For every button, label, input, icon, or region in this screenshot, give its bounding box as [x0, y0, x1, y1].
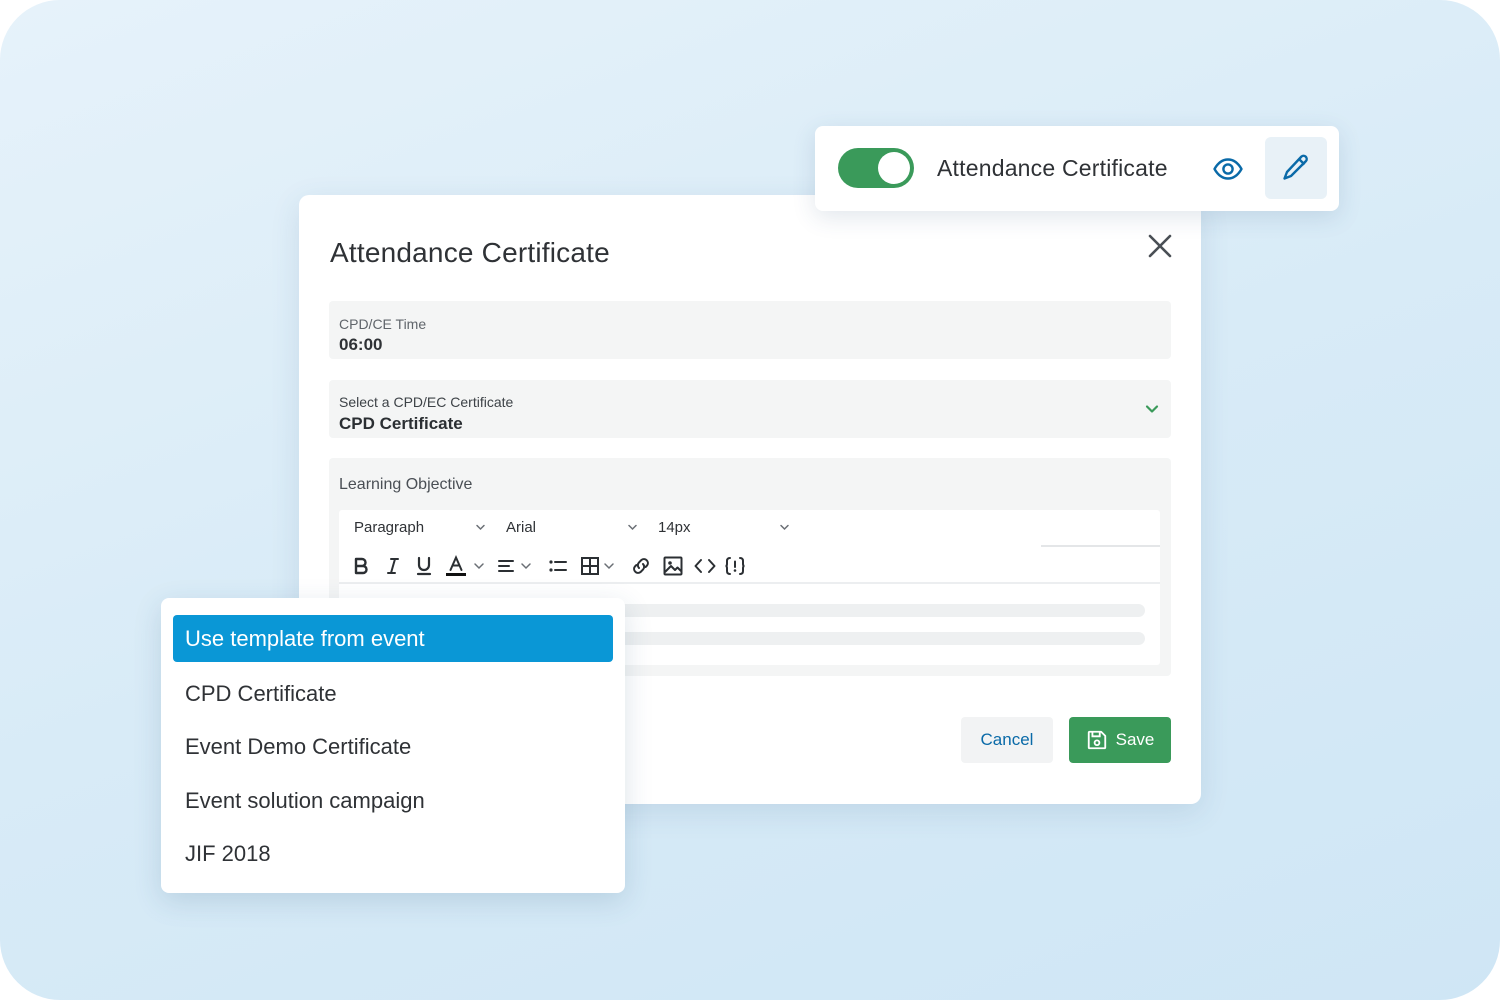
- align-icon[interactable]: [495, 554, 519, 578]
- certificate-select[interactable]: Select a CPD/EC Certificate CPD Certific…: [329, 380, 1171, 438]
- pencil-icon: [1283, 154, 1308, 180]
- certificate-select-value: CPD Certificate: [339, 414, 463, 433]
- cpd-time-field[interactable]: CPD/CE Time 06:00: [329, 301, 1171, 359]
- italic-icon[interactable]: [381, 554, 405, 578]
- close-icon[interactable]: [1145, 231, 1175, 261]
- cancel-button[interactable]: Cancel: [961, 717, 1053, 763]
- font-family-select[interactable]: Arial: [506, 519, 646, 536]
- block-format-select[interactable]: Paragraph: [354, 519, 494, 536]
- bold-icon[interactable]: [349, 554, 373, 578]
- table-icon[interactable]: [578, 554, 602, 578]
- modal-title: Attendance Certificate: [330, 237, 610, 268]
- certificate-toggle[interactable]: [838, 148, 914, 188]
- variable-icon[interactable]: [723, 554, 747, 578]
- dropdown-item-event-demo-certificate[interactable]: Event Demo Certificate: [173, 723, 613, 770]
- chevron-down-icon[interactable]: [1145, 402, 1159, 416]
- underline-icon[interactable]: [412, 554, 436, 578]
- toggle-knob: [878, 152, 910, 184]
- floppy-disk-icon: [1087, 730, 1106, 750]
- cpd-time-label: CPD/CE Time: [339, 316, 427, 332]
- certificate-card: Attendance Certificate: [815, 126, 1339, 211]
- editor-toolbar-row-2: [339, 548, 1160, 584]
- chevron-down-icon[interactable]: [519, 554, 533, 578]
- dropdown-item-event-solution-campaign[interactable]: Event solution campaign: [173, 777, 613, 824]
- learning-objective-label: Learning Objective: [339, 476, 473, 493]
- dropdown-item-use-template[interactable]: Use template from event: [173, 615, 613, 662]
- image-icon[interactable]: [661, 554, 685, 578]
- save-button-label: Save: [1115, 730, 1155, 749]
- eye-icon[interactable]: [1212, 153, 1244, 185]
- chevron-down-icon: [780, 524, 789, 531]
- placeholder-line: [609, 632, 1145, 645]
- certificate-select-label: Select a CPD/EC Certificate: [339, 394, 514, 410]
- chevron-down-icon: [476, 524, 485, 531]
- chevron-down-icon: [628, 524, 637, 531]
- edit-button[interactable]: [1265, 137, 1327, 199]
- certificate-dropdown-menu: Use template from event CPD Certificate …: [161, 598, 625, 893]
- dropdown-item-jif-2018[interactable]: JIF 2018: [173, 830, 613, 877]
- dropdown-item-cpd-certificate[interactable]: CPD Certificate: [173, 670, 613, 717]
- save-button[interactable]: Save: [1069, 717, 1171, 763]
- editor-toolbar-row-1: Paragraph Arial 14px: [339, 510, 1160, 547]
- text-color-icon[interactable]: [444, 554, 468, 578]
- backdrop: Attendance Certificate CPD/CE Time 06:00…: [0, 0, 1500, 1000]
- chevron-down-icon[interactable]: [472, 554, 486, 578]
- font-size-select[interactable]: 14px: [658, 519, 798, 536]
- font-size-value: 14px: [658, 519, 691, 536]
- certificate-card-title: Attendance Certificate: [937, 155, 1168, 181]
- link-icon[interactable]: [629, 554, 653, 578]
- font-family-value: Arial: [506, 519, 537, 536]
- toolbar-divider: [1041, 545, 1160, 547]
- code-icon[interactable]: [693, 554, 717, 578]
- block-format-value: Paragraph: [354, 519, 425, 536]
- cpd-time-value: 06:00: [339, 335, 383, 354]
- list-icon[interactable]: [546, 554, 570, 578]
- chevron-down-icon[interactable]: [602, 554, 616, 578]
- placeholder-line: [609, 604, 1145, 617]
